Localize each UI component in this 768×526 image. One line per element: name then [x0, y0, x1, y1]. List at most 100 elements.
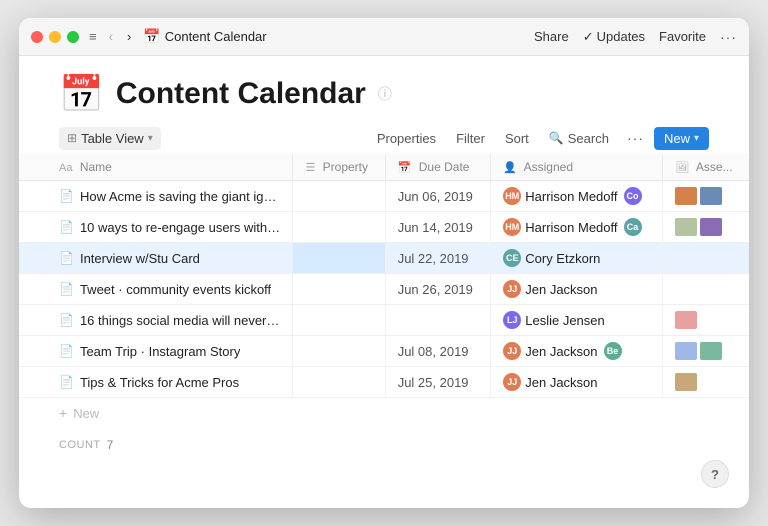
count-row: COUNT 7: [19, 428, 749, 462]
properties-button[interactable]: Properties: [369, 127, 444, 150]
col-date-icon: 📅: [398, 162, 412, 174]
row-assets: [663, 181, 749, 212]
row-assigned: LJ Leslie Jensen: [491, 305, 663, 336]
table-header-row: Aa Name ☰ Property 📅 Due Date: [19, 154, 749, 181]
avatar: JJ: [503, 280, 521, 298]
view-chevron-icon: ▾: [148, 133, 153, 144]
sort-label: Sort: [505, 131, 529, 146]
row-property: [293, 274, 385, 305]
properties-label: Properties: [377, 131, 436, 146]
filter-label: Filter: [456, 131, 485, 146]
col-name-icon: Aa: [59, 162, 72, 174]
col-assigned-label: Assigned: [524, 160, 573, 174]
assigned-name: Harrison Medoff: [525, 220, 617, 235]
col-name-label: Name: [80, 160, 112, 174]
info-icon[interactable]: ⓘ: [378, 84, 392, 104]
traffic-lights: [31, 31, 79, 43]
table-row[interactable]: 📄 Tweet · community events kickoff Jun 2…: [19, 274, 749, 305]
page-header: 📅 Content Calendar ⓘ: [19, 56, 749, 122]
assigned-name: Jen Jackson: [525, 375, 597, 390]
help-button[interactable]: ?: [701, 460, 729, 488]
view-selector[interactable]: ⊞ Table View ▾: [59, 127, 161, 150]
close-button[interactable]: [31, 31, 43, 43]
table-wrapper: Aa Name ☰ Property 📅 Due Date: [19, 154, 749, 508]
titlebar: ≡ ‹ › 📅 Content Calendar Share ✓ Updates…: [19, 18, 749, 56]
minimize-button[interactable]: [49, 31, 61, 43]
col-due-date-label: Due Date: [419, 160, 470, 174]
titlebar-actions: Share ✓ Updates Favorite ···: [534, 29, 737, 45]
col-assets[interactable]: 🖼 Asse...: [663, 154, 749, 181]
doc-icon: 📄: [59, 313, 74, 327]
col-property-icon: ☰: [305, 162, 315, 174]
search-button[interactable]: 🔍 Search: [541, 127, 617, 150]
table-row[interactable]: 📄 16 things social media will never be a…: [19, 305, 749, 336]
col-assigned-icon: 👤: [503, 162, 517, 174]
row-assets: [663, 243, 749, 274]
content-table: Aa Name ☰ Property 📅 Due Date: [19, 154, 749, 398]
row-name: Team Trip · Instagram Story: [80, 344, 240, 359]
count-label: COUNT: [59, 439, 101, 451]
more-options-button[interactable]: ···: [720, 29, 737, 45]
new-row-label: New: [73, 406, 99, 421]
row-assets: [663, 336, 749, 367]
table-row[interactable]: 📄 10 ways to re-engage users with drip J…: [19, 212, 749, 243]
filter-button[interactable]: Filter: [448, 127, 493, 150]
table-row[interactable]: 📄 Tips & Tricks for Acme Pros Jul 25, 20…: [19, 367, 749, 398]
row-property: [293, 367, 385, 398]
row-assigned: HM Harrison MedoffCo: [491, 181, 663, 212]
favorite-button[interactable]: Favorite: [659, 29, 706, 44]
add-new-row[interactable]: + New: [19, 398, 749, 428]
avatar: Be: [604, 342, 622, 360]
avatar: Co: [624, 187, 642, 205]
new-button[interactable]: New ▾: [654, 127, 709, 150]
avatar: HM: [503, 218, 521, 236]
col-assets-icon: 🖼: [675, 162, 689, 174]
row-name: Tips & Tricks for Acme Pros: [80, 375, 239, 390]
page-icon-titlebar: 📅: [143, 28, 160, 45]
avatar: Ca: [624, 218, 642, 236]
asset-thumbnail: [700, 342, 722, 360]
row-property: [293, 181, 385, 212]
doc-icon: 📄: [59, 375, 74, 389]
doc-icon: 📄: [59, 344, 74, 358]
forward-arrow[interactable]: ›: [123, 27, 135, 46]
fullscreen-button[interactable]: [67, 31, 79, 43]
assigned-name: Harrison Medoff: [525, 189, 617, 204]
assigned-name: Jen Jackson: [525, 282, 597, 297]
col-assigned[interactable]: 👤 Assigned: [491, 154, 663, 181]
row-due-date: Jul 08, 2019: [385, 336, 491, 367]
assigned-name: Cory Etzkorn: [525, 251, 600, 266]
share-button[interactable]: Share: [534, 29, 569, 44]
col-name[interactable]: Aa Name: [19, 154, 293, 181]
col-property-label: Property: [323, 160, 368, 174]
doc-icon: 📄: [59, 282, 74, 296]
asset-thumbnail: [675, 311, 697, 329]
toolbar-more-button[interactable]: ···: [621, 126, 650, 150]
doc-icon: 📄: [59, 189, 74, 203]
col-property[interactable]: ☰ Property: [293, 154, 385, 181]
back-arrow[interactable]: ‹: [105, 27, 117, 46]
col-due-date[interactable]: 📅 Due Date: [385, 154, 491, 181]
page-title: Content Calendar: [116, 77, 366, 111]
updates-button[interactable]: ✓ Updates: [583, 29, 645, 45]
page-icon: 📅: [59, 76, 104, 112]
row-property: [293, 212, 385, 243]
row-assets: [663, 305, 749, 336]
assigned-name: Leslie Jensen: [525, 313, 605, 328]
row-name: 10 ways to re-engage users with drip: [80, 220, 280, 235]
table-row[interactable]: 📄 Team Trip · Instagram Story Jul 08, 20…: [19, 336, 749, 367]
toolbar: ⊞ Table View ▾ Properties Filter Sort 🔍 …: [19, 122, 749, 154]
search-label: Search: [568, 131, 609, 146]
add-icon: +: [59, 405, 67, 421]
table-row[interactable]: 📄 Interview w/Stu Card Jul 22, 2019 CE C…: [19, 243, 749, 274]
menu-icon[interactable]: ≡: [89, 29, 97, 44]
asset-thumbnail: [675, 187, 697, 205]
row-due-date: Jul 22, 2019: [385, 243, 491, 274]
new-chevron-icon: ▾: [694, 133, 699, 144]
sort-button[interactable]: Sort: [497, 127, 537, 150]
col-assets-label: Asse...: [696, 160, 733, 174]
page-content: 📅 Content Calendar ⓘ ⊞ Table View ▾ Prop…: [19, 56, 749, 508]
row-due-date: Jul 25, 2019: [385, 367, 491, 398]
row-due-date: Jun 14, 2019: [385, 212, 491, 243]
table-row[interactable]: 📄 How Acme is saving the giant iguana Ju…: [19, 181, 749, 212]
